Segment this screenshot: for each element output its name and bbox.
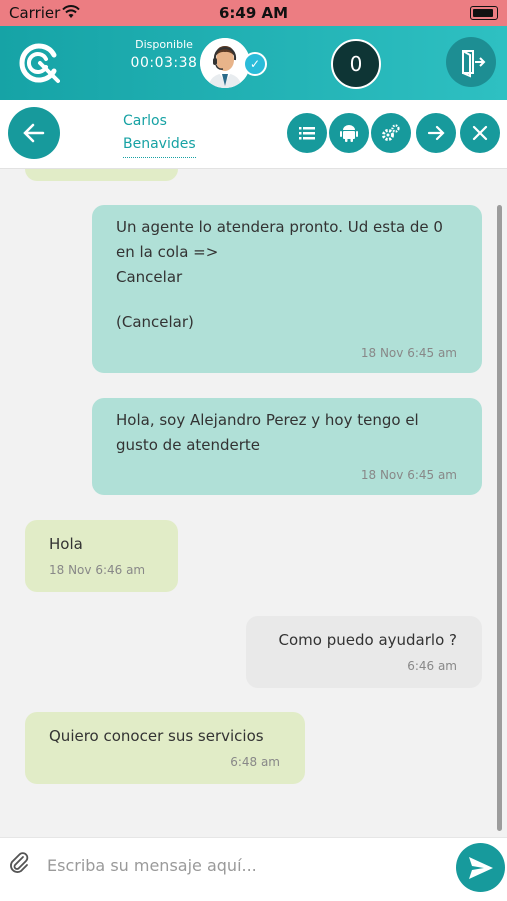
message-time: 18 Nov 6:45 am — [360, 468, 457, 482]
battery-icon — [470, 6, 498, 20]
clock: 6:49 AM — [218, 4, 289, 22]
message-line: (Cancelar) — [116, 313, 194, 331]
message-line: gusto de atenderte — [116, 436, 261, 454]
message-bubble-partial — [25, 169, 178, 181]
message-line: Como puedo ayudarlo ? — [278, 631, 457, 649]
close-chat-button[interactable] — [460, 113, 500, 153]
presence-label: Disponible — [135, 38, 193, 51]
exit-button[interactable] — [446, 37, 496, 87]
message-line: Quiero conocer sus servicios — [49, 727, 264, 745]
message-bubble: Un agente lo atendera pronto. Ud esta de… — [92, 205, 482, 373]
contact-name[interactable]: Carlos Benavides — [123, 110, 196, 158]
message-line: Un agente lo atendera pronto. Ud esta de… — [116, 218, 443, 236]
message-input[interactable] — [45, 851, 444, 879]
message-time: 6:48 am — [230, 755, 280, 769]
send-icon — [468, 856, 493, 879]
scrollbar[interactable] — [497, 205, 502, 831]
message-bubble: Quiero conocer sus servicios 6:48 am — [25, 712, 305, 784]
contact-last-name: Benavides — [123, 133, 196, 158]
logo-icon — [16, 41, 60, 85]
session-timer: 00:03:38 — [130, 55, 198, 71]
message-bubble: Como puedo ayudarlo ? 6:46 am — [246, 616, 482, 688]
settings-button[interactable] — [371, 113, 411, 153]
status-bar: Carrier 6:49 AM — [0, 0, 507, 26]
message-line: Hola — [49, 535, 83, 553]
presence-status[interactable]: Disponible 00:03:38 — [126, 38, 202, 71]
message-time: 6:46 am — [407, 659, 457, 673]
list-button[interactable] — [287, 113, 327, 153]
settings-icon — [382, 124, 400, 141]
exit-icon — [462, 50, 486, 78]
message-line: en la cola => — [116, 243, 219, 261]
list-icon — [299, 127, 315, 140]
close-icon — [472, 125, 488, 141]
verified-icon: ✓ — [243, 52, 267, 76]
android-button[interactable] — [329, 113, 369, 153]
cancel-link[interactable]: Cancelar — [116, 265, 462, 290]
attachment-icon[interactable] — [9, 852, 29, 878]
queue-counter[interactable]: 0 — [331, 39, 381, 89]
message-time: 18 Nov 6:45 am — [360, 346, 457, 360]
message-line: Hola, soy Alejandro Perez y hoy tengo el — [116, 411, 419, 429]
forward-arrow-icon — [427, 125, 445, 141]
message-bubble: Hola 18 Nov 6:46 am — [25, 520, 178, 592]
message-bubble: Hola, soy Alejandro Perez y hoy tengo el… — [92, 398, 482, 495]
back-button[interactable] — [8, 107, 60, 159]
message-list[interactable]: Un agente lo atendera pronto. Ud esta de… — [0, 169, 507, 836]
send-button[interactable] — [456, 843, 505, 892]
android-icon — [340, 125, 358, 142]
back-arrow-icon — [23, 123, 45, 143]
transfer-button[interactable] — [416, 113, 456, 153]
contact-first-name: Carlos — [123, 113, 167, 129]
chat-toolbar: Carlos Benavides — [0, 100, 507, 169]
message-composer — [0, 837, 507, 901]
message-time: 18 Nov 6:46 am — [49, 563, 146, 577]
app-header: Disponible 00:03:38 ✓ 0 — [0, 26, 507, 100]
